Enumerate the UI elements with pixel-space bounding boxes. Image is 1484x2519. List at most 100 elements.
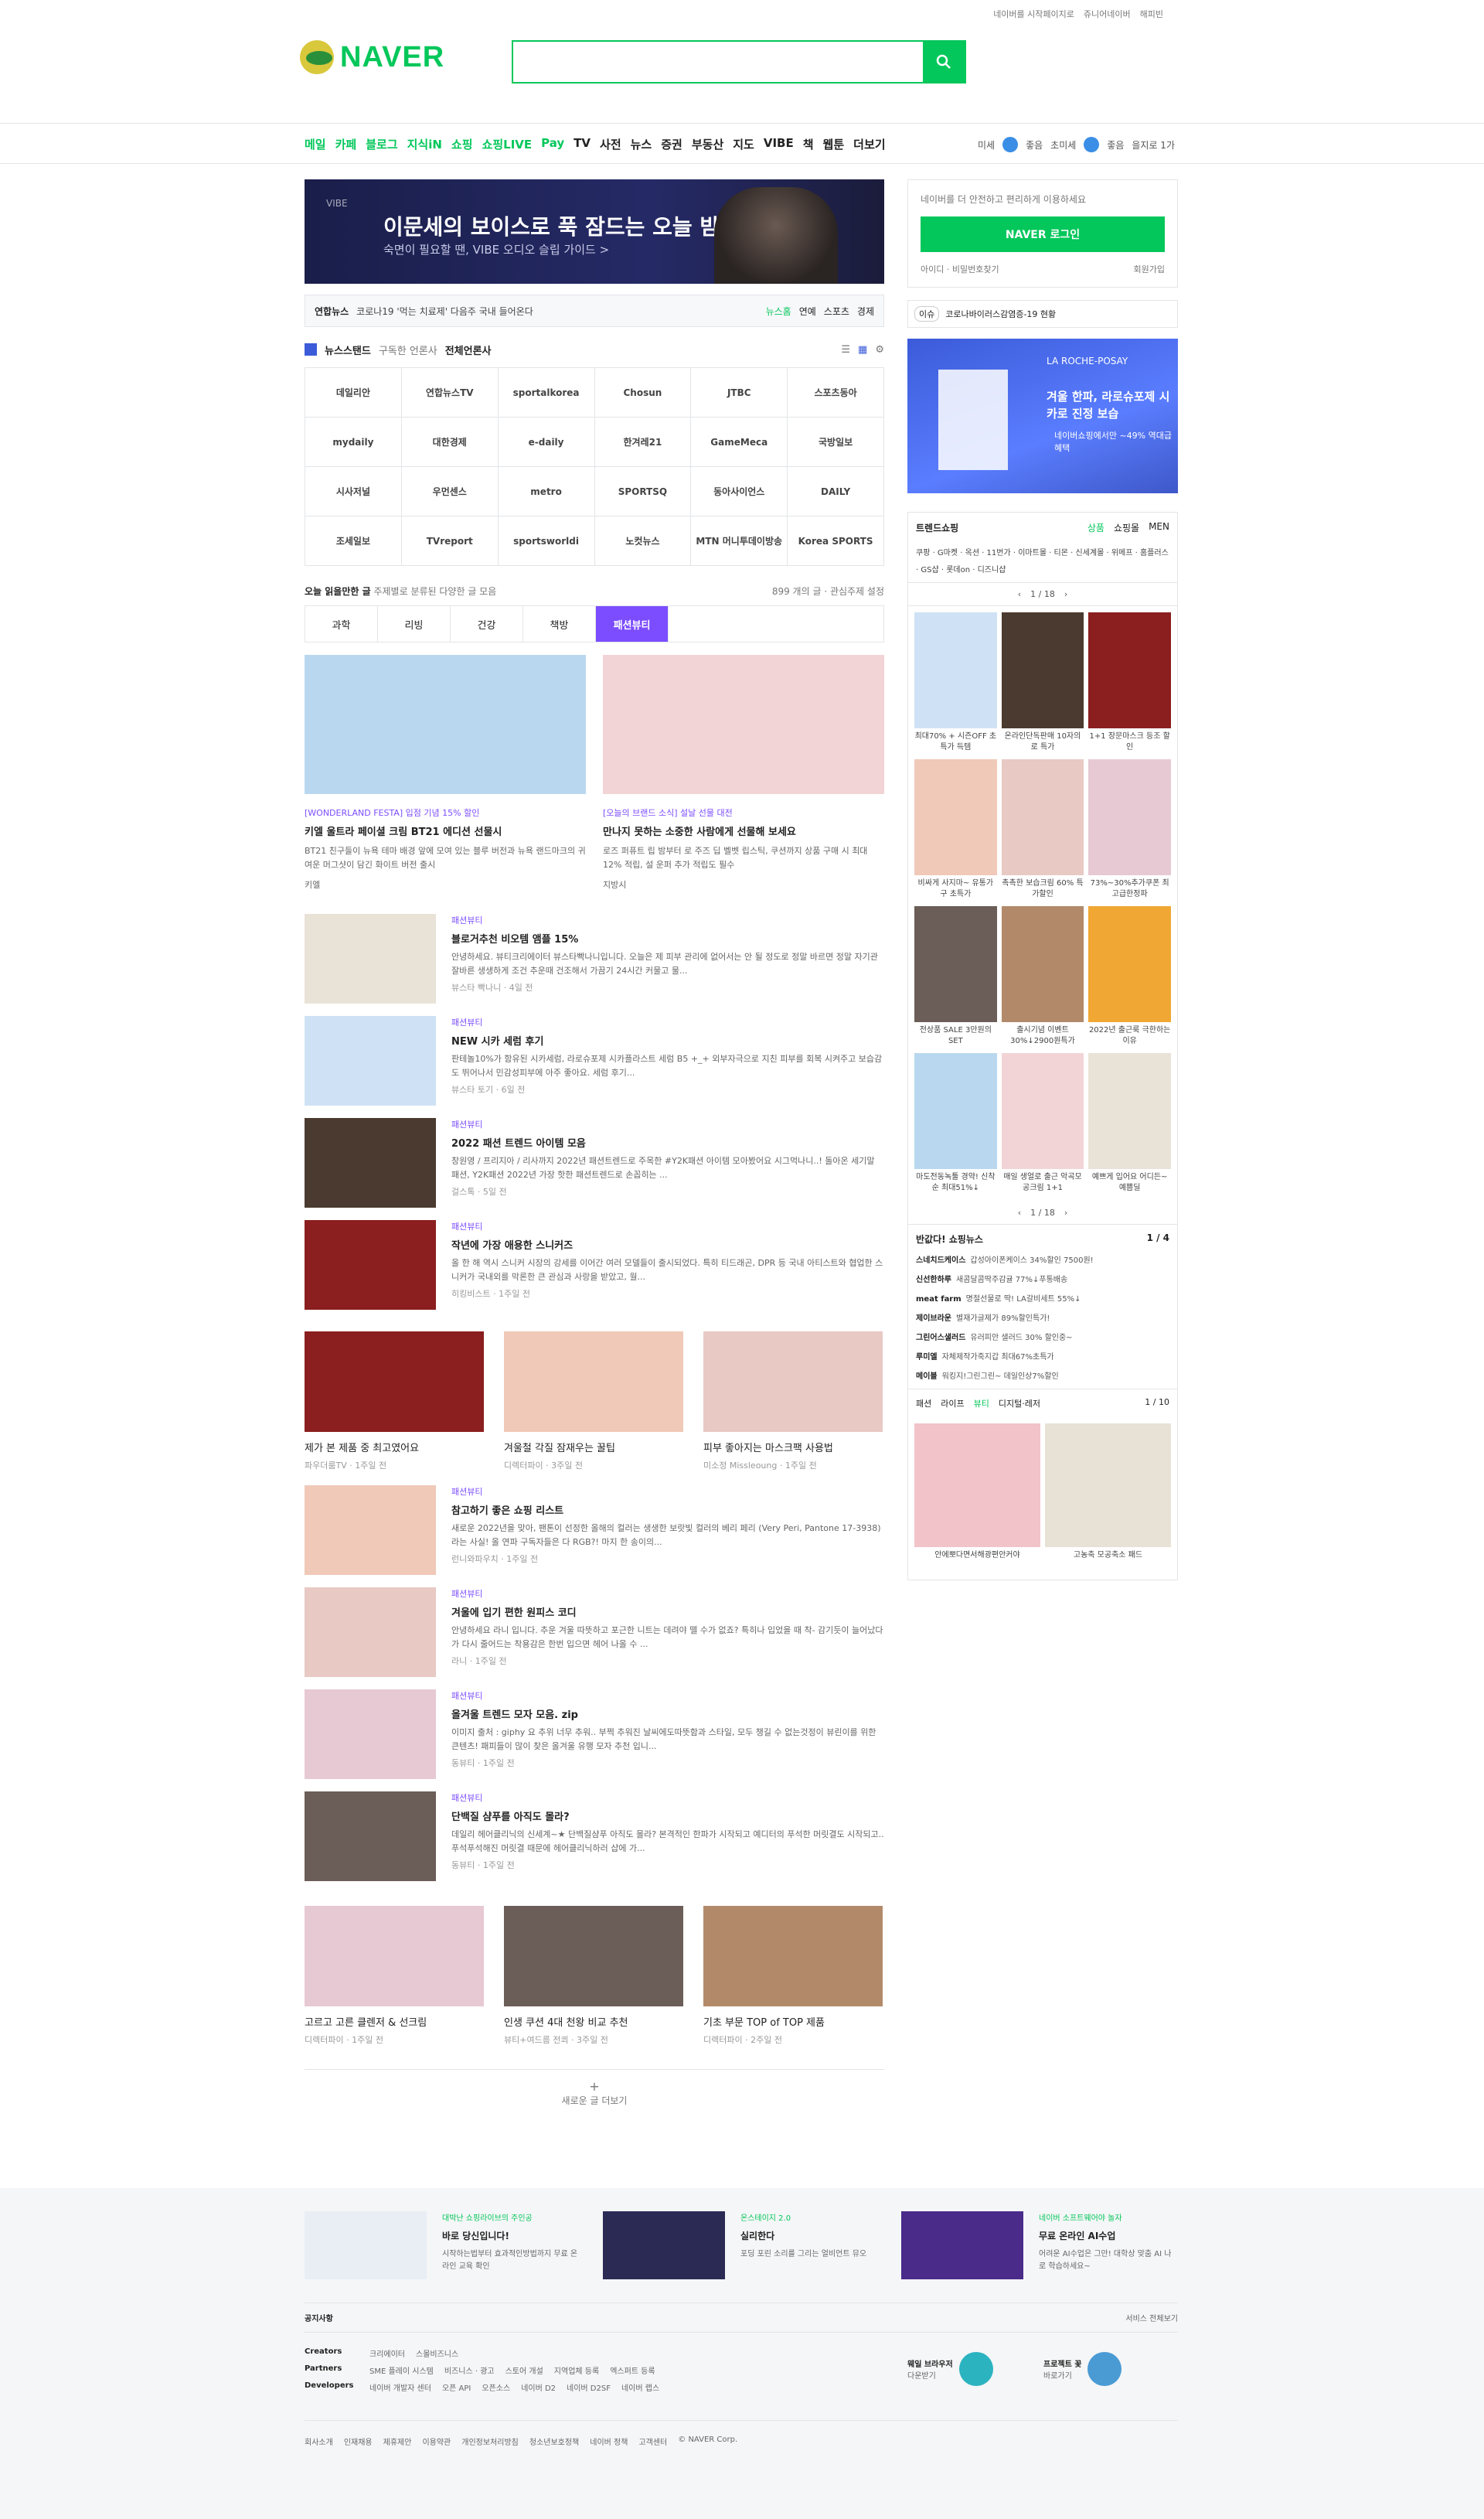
footer-link[interactable]: 개인정보처리방침	[461, 2435, 519, 2447]
topic-tab[interactable]: 책방	[523, 606, 596, 642]
product-card[interactable]: 예쁘게 입어요 어디든~예쁨딜	[1088, 1053, 1171, 1195]
list-view-icon[interactable]: ☰	[841, 344, 850, 356]
topic-tab[interactable]: 과학	[305, 606, 378, 642]
product-card[interactable]: 고농축 모공축소 패드	[1045, 1423, 1171, 1573]
nav-item[interactable]: 책	[803, 136, 814, 152]
footer-link[interactable]: 네이버 D2SF	[567, 2381, 611, 2393]
naver-logo[interactable]: NAVER	[300, 40, 444, 74]
list-item[interactable]: 패션뷰티 올겨울 트렌드 모자 모음. zip 이미지 출처 : giphy 요 추…	[305, 1689, 884, 1791]
footer-link[interactable]: 청소년보호정책	[529, 2435, 579, 2447]
footer-link[interactable]: 지역업체 등록	[554, 2364, 599, 2376]
category-tab[interactable]: 디지털·레저	[999, 1397, 1040, 1409]
topic-setting-link[interactable]: 관심주제 설정	[830, 586, 884, 597]
press-logo[interactable]: 연합뉴스TV	[401, 368, 499, 418]
footer-link[interactable]: SME 플레이 시스템	[369, 2364, 434, 2376]
list-item[interactable]: 패션뷰티 2022 패션 트렌드 아이템 모음 창원영 / 프리지아 / 리사까지 …	[305, 1118, 884, 1220]
product-card[interactable]: 비싸게 사지마~ 유통가구 초특가	[914, 759, 997, 902]
news-headline[interactable]: 코로나19 '먹는 치료제' 다음주 국내 들어온다	[356, 305, 765, 318]
login-button[interactable]: NAVER 로그인	[921, 216, 1165, 252]
footer-link[interactable]: 인재채용	[344, 2435, 373, 2447]
footer-link[interactable]: 크리에이터	[369, 2347, 405, 2359]
nav-item[interactable]: 부동산	[692, 136, 723, 152]
nav-item[interactable]: 쇼핑LIVE	[482, 136, 533, 152]
product-card[interactable]: 1+1 장문마스크 등조 할인	[1088, 612, 1171, 755]
footer-link[interactable]: 네이버 정책	[590, 2435, 628, 2447]
nav-item[interactable]: 메일	[305, 136, 326, 152]
top-banner[interactable]: VIBE 이문세의 보이스로 푹 잠드는 오늘 밤 숙면이 필요할 땐, VIB…	[305, 179, 884, 284]
next-icon[interactable]: ›	[1064, 1208, 1067, 1218]
press-logo[interactable]: 노컷뉴스	[594, 516, 692, 566]
list-item[interactable]: 패션뷰티 NEW 시카 세럼 후기 판테놀10%가 함유된 시카세럼, 라로슈포제 …	[305, 1016, 884, 1118]
set-homepage-link[interactable]: 네이버를 시작페이지로	[993, 8, 1074, 20]
footer-link[interactable]: 스토어 개설	[505, 2364, 543, 2376]
footer-link[interactable]: 엑스퍼트 등록	[610, 2364, 655, 2376]
product-card[interactable]: 출시기념 이벤트 30%↓2900원특가	[1001, 906, 1084, 1048]
press-logo[interactable]: DAILY	[788, 467, 884, 516]
product-card[interactable]: 마도전동녹툴 경약! 신착순 최대51%↓	[914, 1053, 997, 1195]
footer-link[interactable]: 오픈소스	[482, 2381, 510, 2393]
video-card[interactable]: 인생 쿠션 4대 천왕 비교 추천 뷰티+여드름 전쾨 · 3주일 전	[504, 1906, 683, 2046]
issue-bar[interactable]: 이슈 코로나바이러스감염증-19 현황	[907, 300, 1178, 328]
list-item[interactable]: 패션뷰티 겨울에 입기 편한 원피스 코디 안녕하세요 라니 입니다. 추운 겨울 …	[305, 1587, 884, 1689]
nav-item[interactable]: Pay	[541, 136, 564, 152]
press-logo[interactable]: 대한경제	[401, 418, 499, 467]
news-source[interactable]: 연합뉴스	[315, 305, 349, 318]
press-logo[interactable]: SPORTSQ	[594, 467, 692, 516]
more-articles-button[interactable]: + 새로운 글 더보기	[305, 2069, 884, 2107]
shopping-news-item[interactable]: 제이브라운 별재가글제가 89%할인특가!	[916, 1311, 1169, 1323]
nav-item[interactable]: 블로그	[366, 136, 397, 152]
product-card[interactable]: 온라인단독판매 10자의로 특가	[1001, 612, 1084, 755]
video-card[interactable]: 피부 좋아지는 마스크팩 사용법 미소정 Missleoung · 1주일 전	[703, 1331, 883, 1471]
weather-widget[interactable]: 미세 좋음 초미세 좋음 을지로 1가	[978, 137, 1175, 152]
list-item[interactable]: 패션뷰티 단백질 샴푸를 아직도 몰라? 데일리 헤어클리닉의 신세계~★ 단백질샴…	[305, 1791, 884, 1894]
video-card[interactable]: 고르고 고른 클렌저 & 선크림 디렉터파이 · 1주일 전	[305, 1906, 484, 2046]
press-logo[interactable]: sportalkorea	[498, 368, 595, 418]
press-logo[interactable]: JTBC	[691, 368, 788, 418]
nav-item[interactable]: 뉴스	[631, 136, 652, 152]
topic-tab[interactable]: 리빙	[378, 606, 451, 642]
footer-link[interactable]: 이용약관	[422, 2435, 451, 2447]
notice-title[interactable]: 공지사항	[305, 2312, 359, 2323]
project-promo[interactable]: 프로젝트 꽃 바로가기	[1043, 2352, 1122, 2386]
press-logo[interactable]: 스포츠동아	[788, 368, 884, 418]
nav-item[interactable]: 지식iN	[407, 136, 442, 152]
nav-item[interactable]: 쇼핑	[451, 136, 473, 152]
find-id-link[interactable]: 아이디 · 비밀번호찾기	[921, 263, 999, 275]
footer-link[interactable]: 제휴제안	[383, 2435, 412, 2447]
next-icon[interactable]: ›	[1064, 589, 1067, 599]
video-card[interactable]: 제가 본 제품 중 최고였어요 파우더룸TV · 1주일 전	[305, 1331, 484, 1471]
nav-item[interactable]: 더보기	[853, 136, 885, 152]
side-ad[interactable]: LA ROCHE-POSAY 겨울 한파, 라로슈포제 시카로 진정 보습 네이…	[907, 339, 1178, 493]
footer-link[interactable]: 오픈 API	[442, 2381, 471, 2393]
footer-promo[interactable]: 대박난 쇼핑라이브의 주인공 바로 당신입니다! 시작하는법부터 효과적인방법까지 …	[305, 2211, 580, 2279]
featured-card[interactable]: [오늘의 브랜드 소식] 설날 선물 대전 만나지 못하는 소중한 사람에게 선물…	[603, 655, 884, 892]
press-logo[interactable]: 우먼센스	[401, 467, 499, 516]
nav-item[interactable]: 웹툰	[823, 136, 845, 152]
footer-link[interactable]: 비즈니스 · 광고	[444, 2364, 495, 2376]
featured-card[interactable]: [WONDERLAND FESTA] 입점 기념 15% 할인 키엘 울트라 페이…	[305, 655, 586, 892]
press-logo[interactable]: 조세일보	[305, 516, 402, 566]
prev-icon[interactable]: ‹	[1018, 589, 1021, 599]
press-logo[interactable]: Chosun	[594, 368, 692, 418]
shopping-news-item[interactable]: 메이블 워킹지!그린그린~ 데일인상7%할인	[916, 1369, 1169, 1381]
footer-promo[interactable]: 네이버 소프트웨어야 놀자 무료 온라인 AI수업 어려운 AI수업은 그만! 대학…	[901, 2211, 1176, 2279]
product-card[interactable]: 2022년 출근룩 극한하는 이유	[1088, 906, 1171, 1048]
product-card[interactable]: 최대70% + 시즌OFF 초특가 득템	[914, 612, 997, 755]
press-logo[interactable]: GameMeca	[691, 418, 788, 467]
press-logo[interactable]: 국방일보	[788, 418, 884, 467]
news-home-link[interactable]: 뉴스홈	[766, 305, 791, 318]
footer-link[interactable]: 스몰비즈니스	[416, 2347, 458, 2359]
video-card[interactable]: 겨울철 각질 잠재우는 꿀팁 디렉터파이 · 3주일 전	[504, 1331, 683, 1471]
signup-link[interactable]: 회원가입	[1134, 263, 1165, 275]
product-card[interactable]: 매일 생얼로 출근 악곡모공크림 1+1	[1001, 1053, 1084, 1195]
press-logo[interactable]: metro	[498, 467, 595, 516]
shopping-news-item[interactable]: meat farm 명절선물로 딱! LA갈비세트 55%↓	[916, 1292, 1169, 1304]
press-logo[interactable]: mydaily	[305, 418, 402, 467]
press-logo[interactable]: TVreport	[401, 516, 499, 566]
all-services-link[interactable]: 서비스 전체보기	[1125, 2312, 1178, 2323]
press-logo[interactable]: 동아사이언스	[691, 467, 788, 516]
economy-link[interactable]: 경제	[857, 305, 874, 318]
product-card[interactable]: 전상품 SALE 3만원의 SET	[914, 906, 997, 1048]
press-logo[interactable]: Korea SPORTS	[788, 516, 884, 566]
junior-naver-link[interactable]: 쥬니어네이버	[1084, 8, 1131, 20]
